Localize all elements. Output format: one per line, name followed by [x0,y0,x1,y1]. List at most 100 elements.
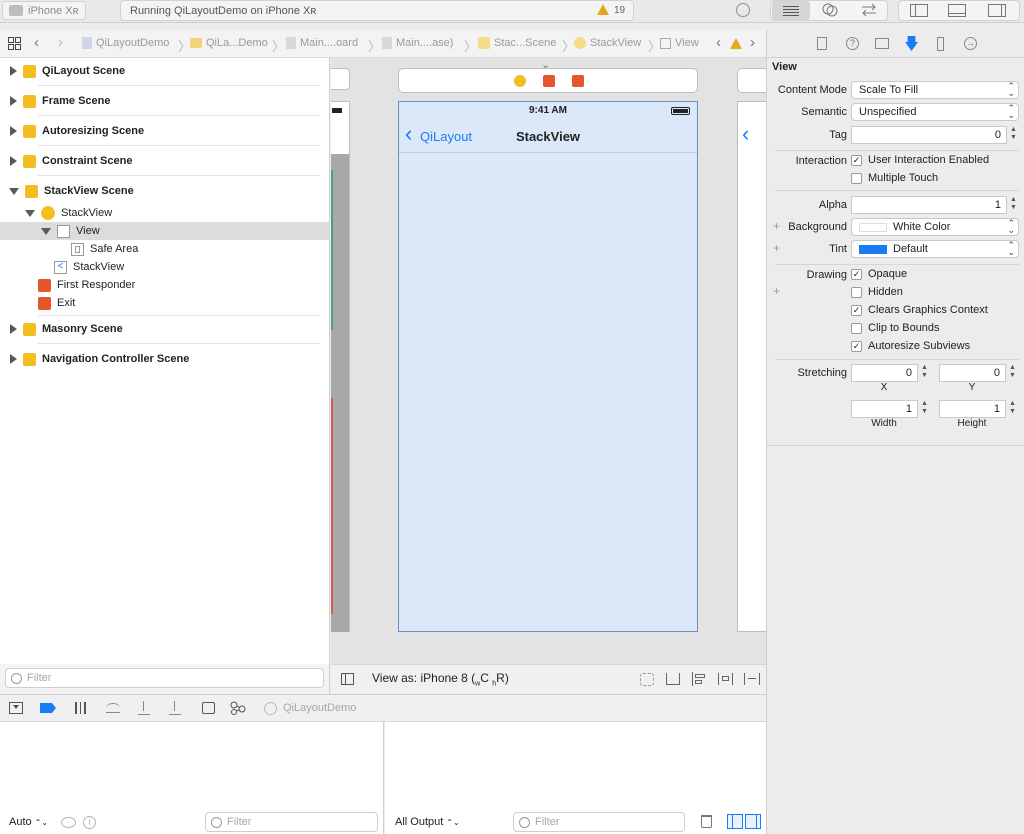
background-popup[interactable]: White Color ⌃ ⌄ [851,218,1019,236]
stretch-width-stepper-icon[interactable]: ▲ ▼ [919,400,930,418]
help-inspector-icon[interactable]: ? [846,37,859,50]
output-filter-popup[interactable]: All Output ⌃⌄ [395,816,460,828]
tag-field[interactable]: 0 [851,126,1007,144]
variables-scope-popup[interactable]: Auto ⌃⌄ [9,816,48,828]
crumb-controller[interactable]: StackView [574,37,641,49]
console-filter-input[interactable]: Filter [513,812,685,832]
stretch-x-stepper-icon[interactable]: ▲ ▼ [919,364,930,382]
multiple-touch-checkbox[interactable]: Multiple Touch [851,172,938,184]
scheme-selector[interactable]: iPhone Xʀ [2,1,86,20]
content-mode-popup[interactable]: Scale To Fill ⌃ ⌄ [851,81,1019,99]
scene-dock[interactable] [398,68,698,93]
checkbox-icon[interactable]: ✓ [851,340,862,352]
related-items-icon[interactable] [8,37,21,50]
location-icon[interactable] [264,702,277,715]
disclosure-icon[interactable] [10,324,17,334]
tint-popup[interactable]: Default ⌃ ⌄ [851,240,1019,258]
split-left-icon[interactable] [727,814,743,829]
version-editor-icon[interactable] [860,3,878,17]
disclosure-icon[interactable] [10,126,17,136]
disclosure-open-icon[interactable] [9,187,19,195]
crumb-storyboard[interactable]: Main....oard [286,37,358,49]
alpha-field[interactable]: 1 [851,196,1007,214]
checkbox-icon[interactable]: ✓ [851,304,862,316]
dock-exit-icon[interactable] [572,75,584,87]
stop-icon[interactable] [736,3,750,17]
pause-icon[interactable] [75,702,86,714]
stretch-y-field[interactable]: 0 [939,364,1006,382]
step-out-icon[interactable] [169,701,181,715]
stretch-width-field[interactable]: 1 [851,400,918,418]
tree-item-exit[interactable]: Exit [0,294,330,312]
storyboard-canvas[interactable]: ⌄ 9:41 AM ‹ QiLayout StackView ‹ [331,58,766,664]
opaque-checkbox[interactable]: ✓ Opaque [851,268,907,280]
autoresize-subviews-checkbox[interactable]: ✓ Autoresize Subviews [851,340,970,352]
scene-row-constraint[interactable]: Constraint Scene [0,152,330,170]
debug-target-label[interactable]: QiLayoutDemo [283,702,356,714]
identity-inspector-icon[interactable] [875,38,889,49]
tree-item-navigation-item[interactable]: < StackView [0,258,330,276]
hidden-variation-plus-icon[interactable]: + [773,284,780,298]
scene-row-frame[interactable]: Frame Scene [0,92,330,110]
checkbox-icon[interactable] [851,322,862,334]
attributes-inspector-icon[interactable] [905,36,918,51]
stretch-height-stepper-icon[interactable]: ▲ ▼ [1007,400,1018,418]
navigator-toggle-icon[interactable] [910,4,928,17]
add-constraints-icon[interactable] [718,673,733,685]
alpha-stepper-icon[interactable]: ▲ ▼ [1008,196,1019,214]
checkbox-icon[interactable]: ✓ [851,154,862,166]
crumb-storyboard-base[interactable]: Main....ase) [382,37,453,49]
stretch-height-field[interactable]: 1 [939,400,1006,418]
step-over-icon[interactable] [106,703,120,713]
crumb-group[interactable]: QiLa...Demo [190,37,268,49]
file-inspector-icon[interactable] [817,37,827,50]
view-debugger-icon[interactable] [202,702,215,714]
dock-first-responder-icon[interactable] [543,75,555,87]
hidden-checkbox[interactable]: Hidden [851,286,903,298]
checkbox-icon[interactable]: ✓ [851,268,862,280]
disclosure-icon[interactable] [10,156,17,166]
disclosure-open-icon[interactable] [25,209,35,217]
size-inspector-icon[interactable] [937,37,944,51]
clears-graphics-checkbox[interactable]: ✓ Clears Graphics Context [851,304,988,316]
resolve-issues-icon[interactable] [744,673,760,685]
tree-item-safe-area[interactable]: Safe Area [0,240,330,258]
standard-editor-icon[interactable] [772,1,810,20]
view-as-button[interactable]: View as: iPhone 8 (wC hR) [372,671,509,687]
utilities-toggle-icon[interactable] [988,4,1006,17]
debug-area-toggle-icon[interactable] [948,4,966,17]
tree-item-controller[interactable]: StackView [0,204,330,222]
semantic-popup[interactable]: Unspecified ⌃ ⌄ [851,103,1019,121]
assistant-editor-icon[interactable] [822,3,838,17]
info-icon[interactable]: i [83,816,96,829]
scene-row-qilayout[interactable]: QiLayout Scene [0,62,330,80]
connections-inspector-icon[interactable]: → [964,37,977,50]
device-frame[interactable]: 9:41 AM ‹ QiLayout StackView [398,101,698,632]
trash-icon[interactable] [701,815,712,828]
breakpoints-icon[interactable] [40,703,56,713]
hide-debug-area-icon[interactable] [9,702,23,714]
issue-warning-icon[interactable] [730,38,742,49]
dock-view-controller-icon[interactable] [514,75,526,87]
update-frames-icon[interactable] [640,673,654,686]
disclosure-icon[interactable] [10,66,17,76]
checkbox-icon[interactable] [851,286,862,298]
stretch-y-stepper-icon[interactable]: ▲ ▼ [1007,364,1018,382]
crumb-project[interactable]: QiLayoutDemo [82,37,169,49]
embed-in-icon[interactable] [666,673,680,685]
checkbox-icon[interactable] [851,172,862,184]
scene-row-navigation-controller[interactable]: Navigation Controller Scene [0,350,330,368]
scene-row-masonry[interactable]: Masonry Scene [0,320,330,338]
user-interaction-checkbox[interactable]: ✓ User Interaction Enabled [851,154,989,166]
memory-graph-icon[interactable] [230,701,246,715]
step-into-icon[interactable] [138,701,150,715]
next-issue-icon[interactable]: › [750,34,755,51]
stretch-x-field[interactable]: 0 [851,364,918,382]
tree-item-first-responder[interactable]: First Responder [0,276,330,294]
scene-row-stackview[interactable]: StackView Scene [0,182,330,200]
disclosure-open-icon[interactable] [41,227,51,235]
outline-filter-input[interactable]: Filter [5,668,324,688]
outline-toggle-icon[interactable] [341,673,354,685]
back-arrow-icon[interactable]: ‹ [34,34,39,51]
navigation-bar[interactable]: ‹ QiLayout StackView [399,120,697,153]
